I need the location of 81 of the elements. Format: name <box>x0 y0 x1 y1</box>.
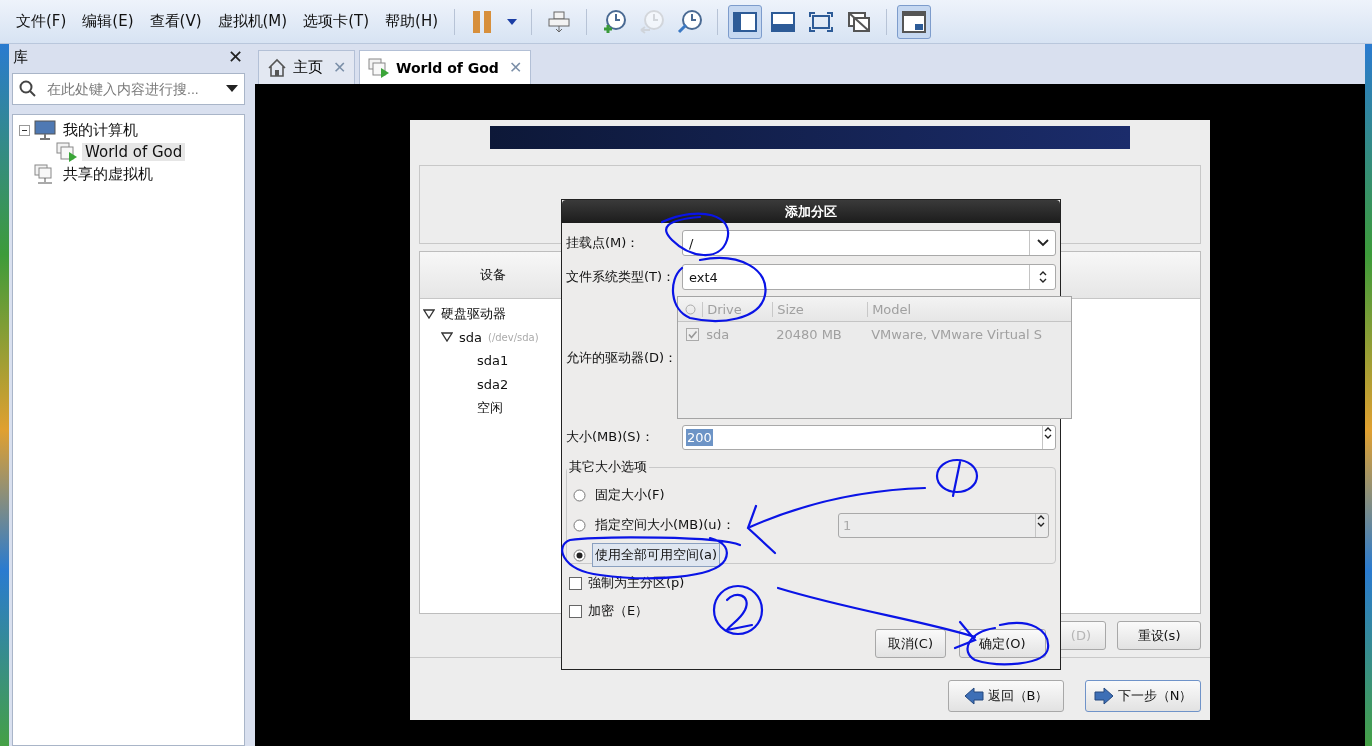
option-label[interactable]: 指定空间大小(MB)(u)： <box>592 513 738 537</box>
toolbar-button[interactable] <box>728 4 762 39</box>
tree-item[interactable]: 我的计算机 <box>60 120 141 140</box>
search-input[interactable]: 在此处键入内容进行搜... <box>45 80 218 98</box>
table-cell-text: VMware, VMware Virtual S <box>871 326 1043 342</box>
device-item[interactable]: sda1 <box>477 353 509 369</box>
arrow-right-icon <box>1093 687 1114 705</box>
option-label[interactable]: 固定大小(F) <box>592 483 668 507</box>
pause-icon <box>471 8 493 35</box>
tree-item[interactable]: World of God <box>82 143 186 161</box>
tab[interactable]: World of God ✕ <box>359 50 531 84</box>
vm-icon <box>368 57 390 78</box>
arrow-left-icon <box>963 687 984 705</box>
filesystem-combo[interactable]: ext4 <box>682 264 1056 290</box>
next-button[interactable]: 下一步（N） <box>1085 680 1201 712</box>
radio-button[interactable] <box>573 548 586 562</box>
field-label: 挂载点(M)： <box>566 234 641 252</box>
expander-icon[interactable] <box>423 308 435 319</box>
clock-icon <box>677 8 703 35</box>
device-item[interactable]: sda2 <box>477 376 509 392</box>
device-path: (/dev/sda) <box>488 331 539 343</box>
up-down-icon <box>1043 425 1053 440</box>
keyboard-icon <box>547 9 571 34</box>
cancel-button[interactable]: 取消(C) <box>874 629 946 658</box>
up-down-icon <box>1036 513 1046 528</box>
library-title: 库 <box>13 47 28 67</box>
column-header: Size <box>772 301 868 317</box>
column-header: 设备 <box>479 266 507 284</box>
field-label: 允许的驱动器(D)： <box>566 348 678 367</box>
device-item[interactable]: 空闲 <box>477 398 503 417</box>
menu-item[interactable]: 查看(V) <box>141 12 210 31</box>
search-icon <box>19 80 37 98</box>
header-radio-icon <box>684 303 696 315</box>
option-label[interactable]: 使用全部可用空间(a) <box>592 543 721 567</box>
circled-two-drawing <box>712 584 764 636</box>
checkbox-label[interactable]: 加密（E） <box>588 602 649 620</box>
back-button[interactable]: 返回（B） <box>948 680 1064 712</box>
column-header: Drive <box>702 301 773 317</box>
close-button[interactable]: ✕ <box>228 48 243 66</box>
mount-point-combo[interactable]: / <box>682 230 1056 256</box>
home-icon <box>267 57 287 78</box>
menu-item[interactable]: 虚拟机(M) <box>209 12 296 31</box>
table-cell-text: 20480 MB <box>776 326 843 342</box>
caret-icon <box>506 17 518 26</box>
menu-item[interactable]: 文件(F) <box>8 12 75 31</box>
clock-icon <box>601 8 627 35</box>
clock-icon <box>639 8 665 35</box>
checkbox[interactable] <box>569 576 582 590</box>
unity-icon <box>847 10 871 33</box>
group-title: 其它大小选项 <box>568 458 648 476</box>
action-button[interactable]: 重设(s) <box>1117 621 1201 650</box>
tab[interactable]: 主页 ✕ <box>258 50 355 84</box>
expander-icon[interactable] <box>441 332 453 343</box>
menu-item[interactable]: 选项卡(T) <box>295 12 378 31</box>
collapse-icon[interactable] <box>19 124 30 136</box>
menu-item[interactable]: 帮助(H) <box>377 12 446 31</box>
search-field[interactable]: 在此处键入内容进行搜... <box>12 73 245 105</box>
column-header: Model <box>867 301 1068 317</box>
toolbar-button[interactable] <box>897 4 931 39</box>
table-cell-text: sda <box>706 326 731 342</box>
vm-icon <box>56 142 78 162</box>
fullscreen-icon <box>809 11 833 32</box>
device-item[interactable]: 硬盘驱动器 <box>441 304 506 323</box>
radio-button[interactable] <box>573 488 586 502</box>
dialog-title: 添加分区 <box>562 200 1060 223</box>
up-down-icon <box>1037 270 1048 284</box>
tree-item[interactable]: 共享的虚拟机 <box>60 164 156 184</box>
monitor-icon <box>34 120 56 140</box>
field-label: 大小(MB)(S)： <box>566 428 655 446</box>
field-label: 文件系统类型(T)： <box>566 268 677 286</box>
radio-button[interactable] <box>573 518 586 532</box>
sidebar-view-icon <box>733 11 757 32</box>
chevron-down-icon <box>1036 239 1049 247</box>
caret-icon[interactable] <box>226 85 238 93</box>
device-item[interactable]: sda <box>459 329 482 345</box>
checkbox[interactable] <box>569 604 582 618</box>
console-view-icon <box>771 11 795 32</box>
circled-one-drawing <box>935 458 979 498</box>
menu-item[interactable]: 编辑(E) <box>74 12 142 31</box>
ok-button[interactable]: 确定(O) <box>959 629 1046 658</box>
thumbnail-icon <box>902 10 926 33</box>
